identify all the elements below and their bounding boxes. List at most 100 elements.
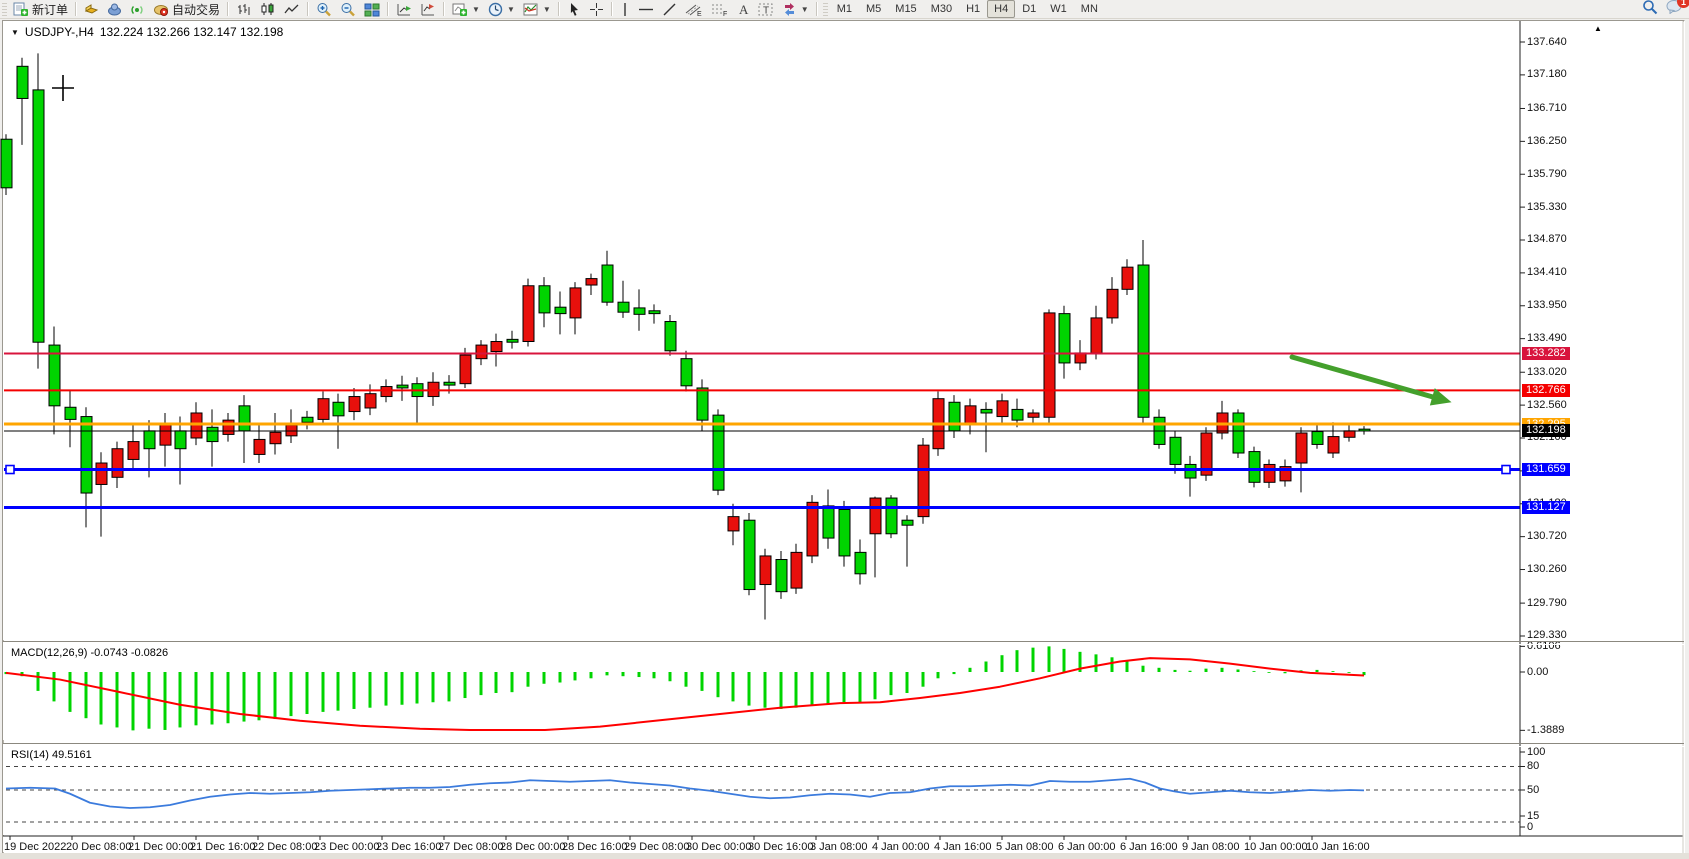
- price-tick-label[interactable]: 135.790: [1527, 168, 1567, 180]
- chevron-down-icon[interactable]: ▼: [11, 28, 19, 37]
- candlestick: [870, 498, 881, 534]
- candlestick: [902, 520, 913, 525]
- time-tick-label[interactable]: 19 Dec 2022: [4, 841, 66, 853]
- time-tick-label[interactable]: 28 Dec 00:00: [500, 841, 565, 853]
- candlestick: [1059, 314, 1070, 363]
- candlestick: [96, 463, 107, 484]
- symbol-period-label: USDJPY-,H4: [25, 25, 94, 39]
- candlestick: [744, 520, 755, 589]
- time-tick-label[interactable]: 10 Jan 00:00: [1244, 841, 1308, 853]
- candlestick: [839, 509, 850, 555]
- candlestick: [444, 382, 455, 385]
- scale-marker-icon[interactable]: ▲: [1594, 24, 1602, 33]
- candlestick: [1264, 464, 1275, 482]
- candlestick: [1012, 409, 1023, 420]
- time-tick-label[interactable]: 30 Dec 16:00: [748, 841, 813, 853]
- candlestick: [270, 432, 281, 443]
- time-tick-label[interactable]: 10 Jan 16:00: [1306, 841, 1370, 853]
- candlestick: [349, 397, 360, 412]
- window-bottom-border: [0, 853, 1689, 859]
- price-badge-131.659: 131.659: [1522, 463, 1570, 476]
- price-tick-label[interactable]: 130.720: [1527, 530, 1567, 542]
- time-tick-label[interactable]: 20 Dec 08:00: [66, 841, 131, 853]
- candlestick: [1233, 413, 1244, 453]
- price-tick-label[interactable]: 133.020: [1527, 366, 1567, 378]
- candlestick: [507, 339, 518, 342]
- price-tick-label[interactable]: 134.410: [1527, 266, 1567, 278]
- time-tick-label[interactable]: 27 Dec 08:00: [438, 841, 503, 853]
- candlestick: [586, 279, 597, 285]
- price-badge-132.766: 132.766: [1522, 384, 1570, 397]
- candlestick: [333, 402, 344, 416]
- candlestick: [665, 321, 676, 350]
- time-tick-label[interactable]: 29 Dec 08:00: [624, 841, 689, 853]
- price-tick-label[interactable]: 137.180: [1527, 68, 1567, 80]
- candlestick: [886, 498, 897, 534]
- candlestick: [160, 424, 171, 445]
- time-tick-label[interactable]: 21 Dec 16:00: [190, 841, 255, 853]
- application-window: 新订单自动交易▼▼▼EFAT▼ M1M5M15M30H1H4D1W1MN 1 ▼…: [0, 0, 1689, 859]
- hline-selection-handle[interactable]: [1502, 466, 1510, 474]
- candlestick: [491, 342, 502, 352]
- candlestick: [728, 517, 739, 531]
- candlestick: [254, 439, 265, 454]
- candlestick: [760, 556, 771, 585]
- candlestick: [918, 445, 929, 516]
- candlestick: [318, 399, 329, 420]
- candlestick: [1328, 437, 1339, 453]
- time-tick-label[interactable]: 23 Dec 00:00: [314, 841, 379, 853]
- price-tick-label[interactable]: 130.260: [1527, 563, 1567, 575]
- time-tick-label[interactable]: 3 Jan 08:00: [810, 841, 868, 853]
- price-tick-label[interactable]: 137.640: [1527, 36, 1567, 48]
- price-tick-label[interactable]: 134.870: [1527, 233, 1567, 245]
- price-tick-label[interactable]: 136.710: [1527, 102, 1567, 114]
- candlestick: [397, 385, 408, 388]
- candlestick: [460, 355, 471, 384]
- time-tick-label[interactable]: 6 Jan 00:00: [1058, 841, 1116, 853]
- hline-selection-handle[interactable]: [6, 466, 14, 474]
- rsi-indicator-label: RSI(14) 49.5161: [11, 749, 92, 761]
- time-tick-label[interactable]: 21 Dec 00:00: [128, 841, 193, 853]
- candlestick: [1044, 313, 1055, 417]
- candlestick: [1122, 267, 1133, 289]
- rsi-tick-label[interactable]: 80: [1527, 760, 1539, 772]
- candlestick: [207, 427, 218, 441]
- price-tick-label[interactable]: 135.330: [1527, 201, 1567, 213]
- time-tick-label[interactable]: 22 Dec 08:00: [252, 841, 317, 853]
- time-tick-label[interactable]: 5 Jan 08:00: [996, 841, 1054, 853]
- time-tick-label[interactable]: 30 Dec 00:00: [686, 841, 751, 853]
- panel-separator-main-macd[interactable]: [3, 641, 1684, 645]
- candlestick: [949, 402, 960, 431]
- candlestick: [555, 307, 566, 313]
- price-tick-label[interactable]: 133.950: [1527, 299, 1567, 311]
- time-tick-label[interactable]: 4 Jan 00:00: [872, 841, 930, 853]
- rsi-tick-label[interactable]: 50: [1527, 784, 1539, 796]
- candlestick: [523, 286, 534, 342]
- candlestick: [144, 431, 155, 449]
- candlestick: [239, 406, 250, 431]
- rsi-tick-label[interactable]: 0: [1527, 821, 1533, 833]
- panel-separator-macd-rsi[interactable]: [3, 743, 1684, 747]
- price-tick-label[interactable]: 136.250: [1527, 135, 1567, 147]
- candlestick: [1107, 289, 1118, 318]
- time-tick-label[interactable]: 6 Jan 16:00: [1120, 841, 1178, 853]
- macd-tick-label[interactable]: -1.3889: [1527, 724, 1564, 736]
- candlestick: [1170, 437, 1181, 464]
- candlestick: [381, 387, 392, 397]
- candlestick: [634, 308, 645, 314]
- candlestick: [570, 288, 581, 318]
- time-tick-label[interactable]: 9 Jan 08:00: [1182, 841, 1240, 853]
- price-tick-label[interactable]: 132.560: [1527, 399, 1567, 411]
- time-tick-label[interactable]: 28 Dec 16:00: [562, 841, 627, 853]
- time-tick-label[interactable]: 23 Dec 16:00: [376, 841, 441, 853]
- chart-canvas[interactable]: [0, 0, 1689, 859]
- time-tick-label[interactable]: 4 Jan 16:00: [934, 841, 992, 853]
- macd-tick-label[interactable]: 0.00: [1527, 666, 1548, 678]
- price-tick-label[interactable]: 133.490: [1527, 332, 1567, 344]
- price-tick-label[interactable]: 129.790: [1527, 597, 1567, 609]
- candlestick: [286, 425, 297, 436]
- rsi-tick-label[interactable]: 100: [1527, 746, 1545, 758]
- candlestick: [649, 311, 660, 314]
- candlestick: [17, 66, 28, 98]
- candlestick: [1312, 432, 1323, 445]
